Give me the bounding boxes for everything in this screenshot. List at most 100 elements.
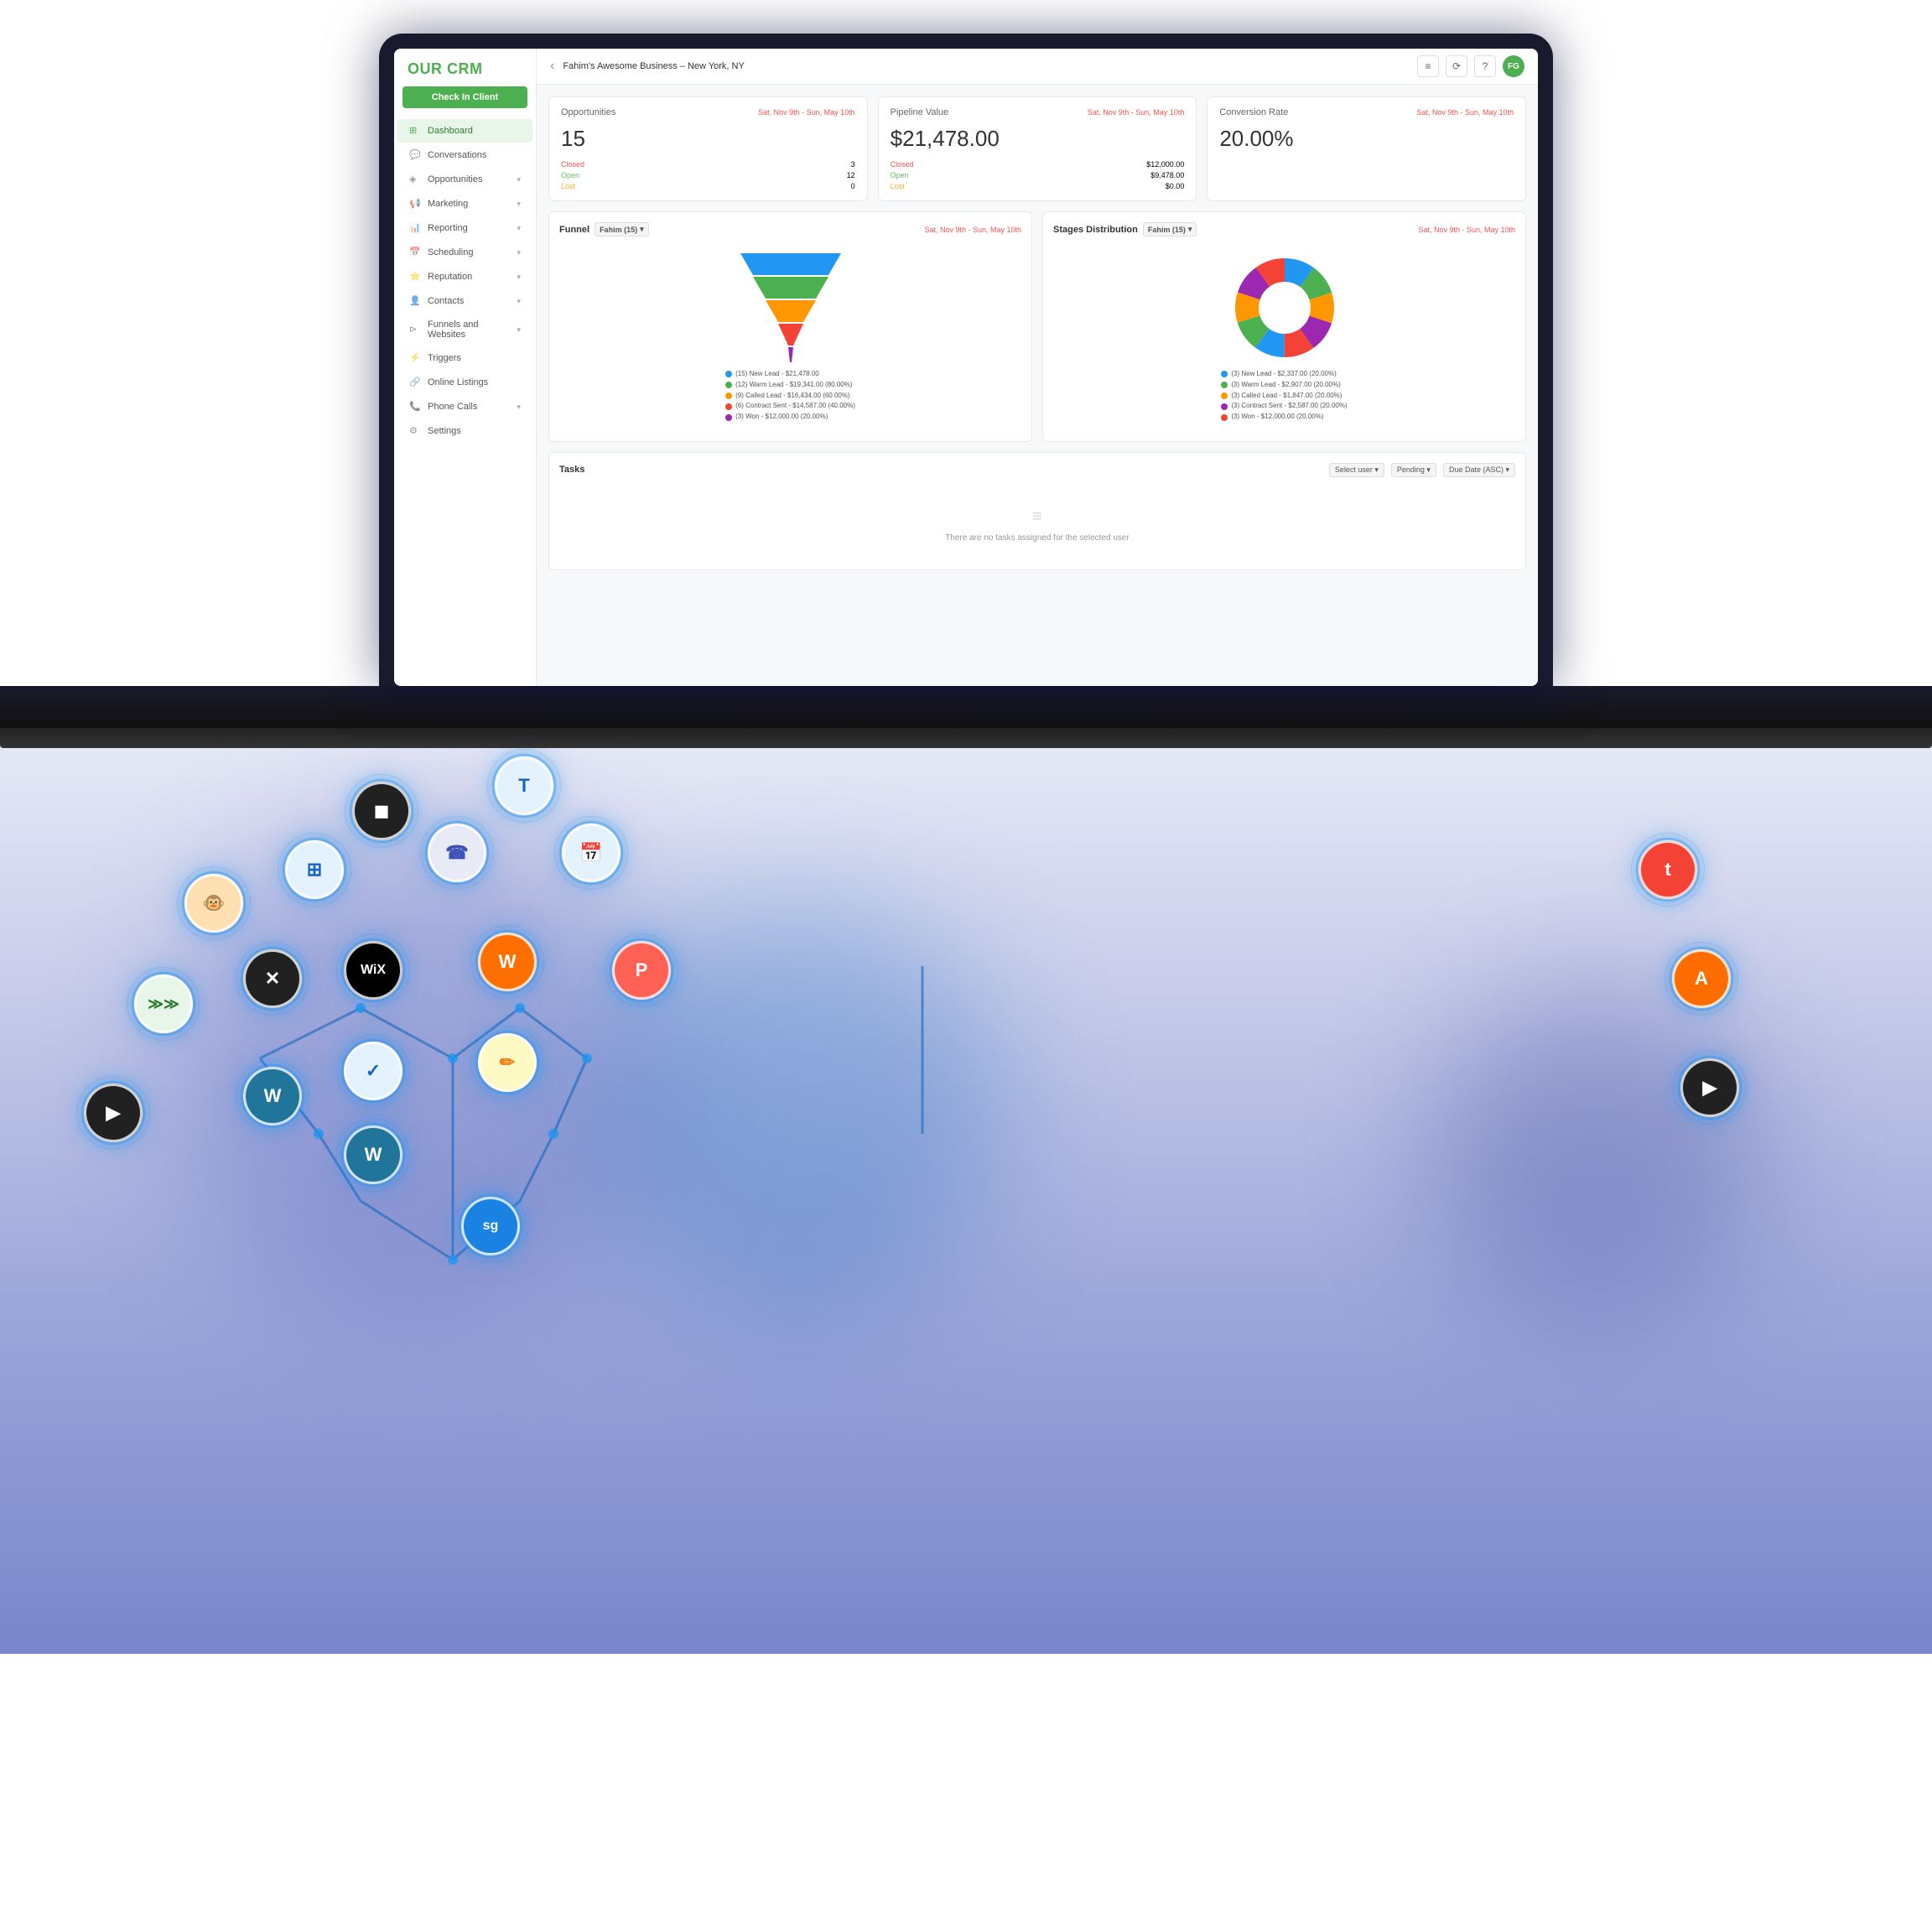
reporting-icon: 📊 (409, 222, 421, 234)
node-upwork[interactable]: ≫≫ (134, 974, 193, 1033)
metric-breakdown: Closed 3 Open 12 Lost 0 (561, 160, 855, 190)
upwork-icon: ≫≫ (134, 974, 193, 1033)
node-phone[interactable]: ☎ (428, 824, 486, 882)
sidebar-item-opportunities[interactable]: ◈ Opportunities ▾ (397, 168, 532, 191)
metric-value: 20.00% (1219, 126, 1514, 152)
metric-title: Conversion Rate (1219, 107, 1288, 117)
wordpress-icon-2: W (344, 1125, 402, 1184)
sidebar-item-label: Phone Calls (428, 402, 477, 412)
node-sendgrid[interactable]: sg (461, 1197, 520, 1255)
node-mailchimp[interactable]: 🐵 (184, 874, 243, 933)
funnel-chart: (15) New Lead - $21,478.00 (12) Warm Lea… (559, 245, 1021, 431)
sendgrid-icon: sg (461, 1197, 520, 1255)
node-producthunt[interactable]: P (612, 941, 671, 1000)
sidebar-item-listings[interactable]: 🔗 Online Listings (397, 371, 532, 394)
sidebar-item-conversations[interactable]: 💬 Conversations (397, 143, 532, 167)
sidebar-item-phone[interactable]: 📞 Phone Calls ▾ (397, 395, 532, 418)
sidebar-item-marketing[interactable]: 📢 Marketing ▾ (397, 192, 532, 216)
reputation-icon: ⭐ (409, 271, 421, 283)
node-wix[interactable]: WiX (344, 941, 402, 1000)
node-appsmith[interactable]: A (1672, 949, 1731, 1008)
legend-dot (1221, 414, 1228, 421)
stages-filter[interactable]: Fahim (15) ▾ (1143, 222, 1197, 236)
pipeline-card: Pipeline Value Sat, Nov 9th - Sun, May 1… (878, 96, 1197, 201)
node-xero[interactable]: ✕ (243, 949, 302, 1008)
sidebar-item-label: Opportunities (428, 174, 482, 185)
legend-dot (725, 392, 732, 399)
funnel-filter[interactable]: Fahim (15) ▾ (595, 222, 649, 236)
sidebar-item-dashboard[interactable]: ⊞ Dashboard (397, 119, 532, 143)
refresh-icon-btn[interactable]: ⟳ (1446, 55, 1467, 77)
charts-row: Funnel Fahim (15) ▾ Sat, Nov 9th - Sun, … (548, 211, 1526, 442)
metric-title: Opportunities (561, 107, 615, 117)
pie-svg (1230, 253, 1339, 362)
sidebar-item-reputation[interactable]: ⭐ Reputation ▾ (397, 265, 532, 288)
glow-blob (1429, 983, 1764, 1318)
user-filter[interactable]: Select user ▾ (1329, 463, 1384, 477)
stages-card: Stages Distribution Fahim (15) ▾ Sat, No… (1042, 211, 1526, 442)
metric-date: Sat, Nov 9th - Sun, May 10th (1088, 108, 1185, 117)
empty-text: There are no tasks assigned for the sele… (576, 533, 1498, 543)
chevron-icon: ▾ (517, 175, 521, 185)
status-filter[interactable]: Pending ▾ (1391, 463, 1436, 477)
sidebar-item-triggers[interactable]: ⚡ Triggers (397, 346, 532, 370)
empty-icon: ≡ (576, 507, 1498, 527)
dashboard-icon: ⊞ (409, 125, 421, 137)
node-arrow[interactable]: ▶ (84, 1084, 143, 1142)
funnel-title: Funnel (559, 225, 589, 235)
metric-row-lost: Lost $0.00 (891, 182, 1185, 190)
legend-dot (725, 371, 732, 377)
menu-icon-btn[interactable]: ≡ (1417, 55, 1439, 77)
sidebar-item-label: Conversations (428, 150, 486, 160)
contacts-icon: 👤 (409, 295, 421, 307)
wordpress-icon: W (243, 1067, 302, 1125)
node-wordpress-2[interactable]: W (344, 1125, 402, 1184)
sidebar-item-label: Settings (428, 426, 461, 436)
node-wordpress-1[interactable]: W (243, 1067, 302, 1125)
sidebar-nav: ⊞ Dashboard 💬 Conversations ◈ Opportunit… (394, 118, 536, 686)
scheduling-icon: 📅 (409, 247, 421, 258)
metric-breakdown: Closed $12,000.00 Open $9,478.00 Lost (891, 160, 1185, 190)
closed-label: Closed (891, 160, 914, 169)
metric-value: 15 (561, 126, 855, 152)
tasks-card: Tasks Select user ▾ Pending ▾ Due Date (… (548, 452, 1526, 570)
laptop-screen: OUR CRM Check In Client ⊞ Dashboard 💬 Co… (379, 34, 1553, 686)
sidebar-item-settings[interactable]: ⚙ Settings (397, 419, 532, 443)
business-name: Fahim's Awesome Business – New York, NY (563, 61, 745, 71)
dashboard: Opportunities Sat, Nov 9th - Sun, May 10… (537, 85, 1538, 686)
node-tutanota[interactable]: t (1639, 840, 1697, 899)
legend-dot (1221, 403, 1228, 410)
sidebar-item-reporting[interactable]: 📊 Reporting ▾ (397, 216, 532, 240)
checkin-button[interactable]: Check In Client (402, 86, 527, 108)
open-value: $9,478.00 (1150, 171, 1184, 179)
main-content: ‹ Fahim's Awesome Business – New York, N… (537, 49, 1538, 686)
help-icon-btn[interactable]: ? (1474, 55, 1496, 77)
back-button[interactable]: ‹ (550, 59, 554, 74)
node-squarespace[interactable]: ◼ (352, 782, 411, 840)
legend-item: (9) Called Lead - $16,434.00 (60.00%) (725, 391, 855, 402)
sidebar-item-contacts[interactable]: 👤 Contacts ▾ (397, 289, 532, 313)
date-filter[interactable]: Due Date (ASC) ▾ (1443, 463, 1515, 477)
lost-value: $0.00 (1166, 182, 1185, 190)
node-arrow2[interactable]: ▶ (1680, 1058, 1739, 1117)
sidebar-item-funnels[interactable]: ⊳ Funnels and Websites ▾ (397, 314, 532, 346)
node-wobify[interactable]: W (478, 933, 537, 991)
node-text[interactable]: T (495, 756, 553, 815)
calendar-icon: 📅 (562, 824, 621, 882)
node-buffer[interactable]: ⊞ (285, 840, 344, 899)
squarespace-icon: ◼ (352, 782, 411, 840)
topbar-actions: ≡ ⟳ ? FG (1417, 55, 1524, 77)
crm-app: OUR CRM Check In Client ⊞ Dashboard 💬 Co… (394, 49, 1538, 686)
stages-date: Sat, Nov 9th - Sun, May 10th (1418, 226, 1515, 234)
legend-item: (3) Called Lead - $1,847.00 (20.00%) (1221, 391, 1347, 402)
phone-app-icon: ☎ (428, 824, 486, 882)
node-pencil[interactable]: ✏ (478, 1033, 537, 1092)
sidebar-item-scheduling[interactable]: 📅 Scheduling ▾ (397, 241, 532, 264)
sidebar-item-label: Marketing (428, 199, 468, 209)
legend-dot (1221, 392, 1228, 399)
lost-label: Lost (561, 182, 575, 190)
node-checkmark[interactable]: ✓ (344, 1042, 402, 1100)
funnel-card: Funnel Fahim (15) ▾ Sat, Nov 9th - Sun, … (548, 211, 1032, 442)
node-calendar[interactable]: 📅 (562, 824, 621, 882)
user-avatar[interactable]: FG (1503, 55, 1524, 77)
